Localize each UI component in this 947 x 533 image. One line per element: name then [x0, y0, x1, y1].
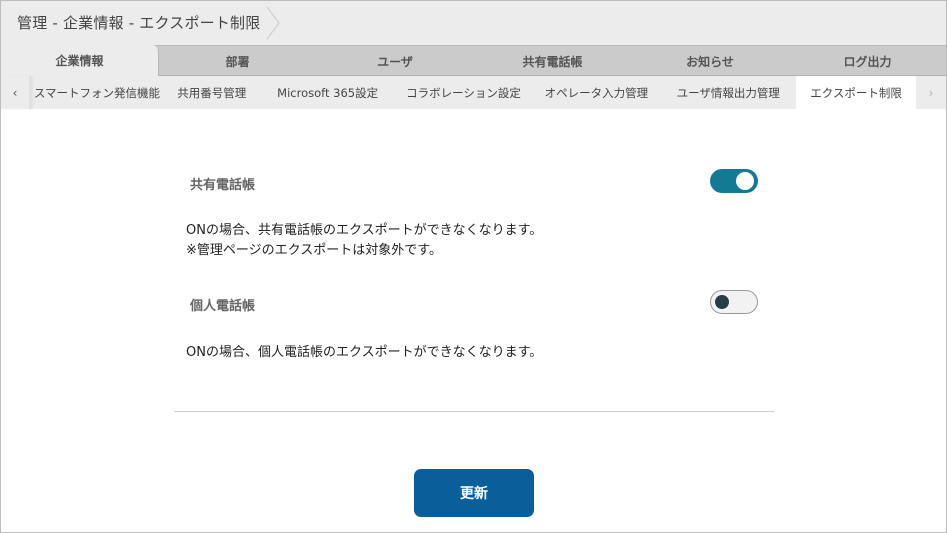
chevron-left-icon: ‹ [12, 85, 18, 100]
app-window: 管理 - 企業情報 - エクスポート制限 企業情報 部署 ユーザ 共有電話帳 お… [0, 0, 947, 533]
tab-notices[interactable]: お知らせ [631, 46, 789, 76]
sub-tab-prev-button[interactable]: ‹ [1, 76, 31, 109]
tab-users[interactable]: ユーザ [316, 46, 474, 76]
sub-tab-next-button[interactable]: › [916, 76, 946, 109]
sub-tab-bar: ‹ スマートフォン発信機能 共用番号管理 Microsoft 365設定 コラボ… [1, 76, 946, 109]
sub-tab-collaboration[interactable]: コラボレーション設定 [395, 76, 533, 109]
setting-personal-phonebook: 個人電話帳 [174, 288, 774, 318]
main-tab-bar: 企業情報 部署 ユーザ 共有電話帳 お知らせ ログ出力 [1, 45, 946, 76]
toggle-knob [715, 295, 729, 309]
setting-label: 個人電話帳 [190, 299, 256, 314]
personal-phonebook-toggle[interactable] [710, 290, 758, 314]
breadcrumb-chevron-icon [266, 6, 280, 40]
update-button[interactable]: 更新 [414, 469, 534, 517]
tab-shared-phonebook[interactable]: 共有電話帳 [474, 46, 631, 76]
setting-note: ※管理ページのエクスポートは対象外です。 [186, 243, 442, 258]
chevron-right-icon: › [928, 85, 934, 100]
sub-tab-shared-number[interactable]: 共用番号管理 [163, 76, 261, 109]
sub-tab-user-info-output[interactable]: ユーザ情報出力管理 [660, 76, 796, 109]
tab-company-info[interactable]: 企業情報 [1, 45, 159, 76]
sub-tab-operator-input[interactable]: オペレータ入力管理 [532, 76, 660, 109]
breadcrumb: 管理 - 企業情報 - エクスポート制限 [17, 14, 261, 32]
sub-tab-microsoft-365[interactable]: Microsoft 365設定 [261, 76, 395, 109]
setting-shared-phonebook: 共有電話帳 [174, 167, 774, 197]
header: 管理 - 企業情報 - エクスポート制限 [1, 1, 946, 45]
divider [174, 411, 774, 412]
setting-label: 共有電話帳 [190, 178, 256, 193]
tab-departments[interactable]: 部署 [159, 46, 316, 76]
sub-tab-smartphone-calling[interactable]: スマートフォン発信機能 [31, 76, 163, 109]
sub-tab-export-restriction[interactable]: エクスポート制限 [796, 76, 917, 109]
shared-phonebook-toggle[interactable] [710, 169, 758, 193]
toggle-knob [736, 172, 754, 190]
setting-description: ONの場合、個人電話帳のエクスポートができなくなります。 [186, 345, 543, 360]
setting-description: ONの場合、共有電話帳のエクスポートができなくなります。 [186, 223, 543, 238]
tab-log-output[interactable]: ログ出力 [789, 46, 946, 76]
